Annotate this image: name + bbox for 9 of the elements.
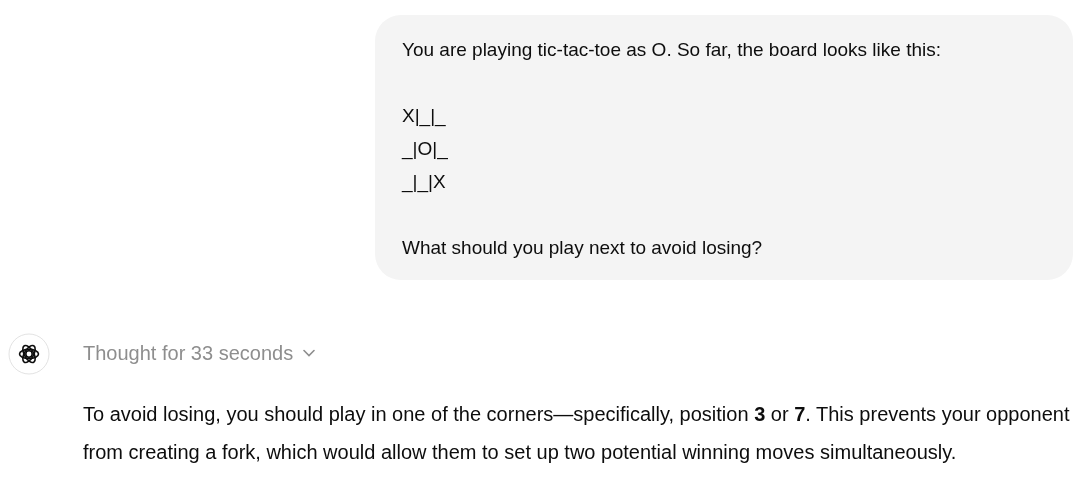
answer-text: To avoid losing, you should play in one of the corners—specifically, position 3 or 7. This prevents your opponent from creating a fork, which would allow them to set up two potential winning moves simultaneously.: [83, 402, 1071, 465]
board-row-text: _|_|X: [402, 170, 446, 195]
board-row-text: _|O|_: [402, 137, 448, 162]
message-text: What should you play next to avoid losing?: [402, 236, 764, 260]
avatar-icon: [8, 333, 50, 375]
board-row-text: X|_|_: [402, 104, 446, 129]
message-text: You are playing tic-tac-toe as O. So far, the board looks like this:: [402, 38, 942, 62]
thought-toggle[interactable]: Thought for 33 seconds: [83, 340, 316, 366]
chevron-icon: [303, 349, 316, 357]
